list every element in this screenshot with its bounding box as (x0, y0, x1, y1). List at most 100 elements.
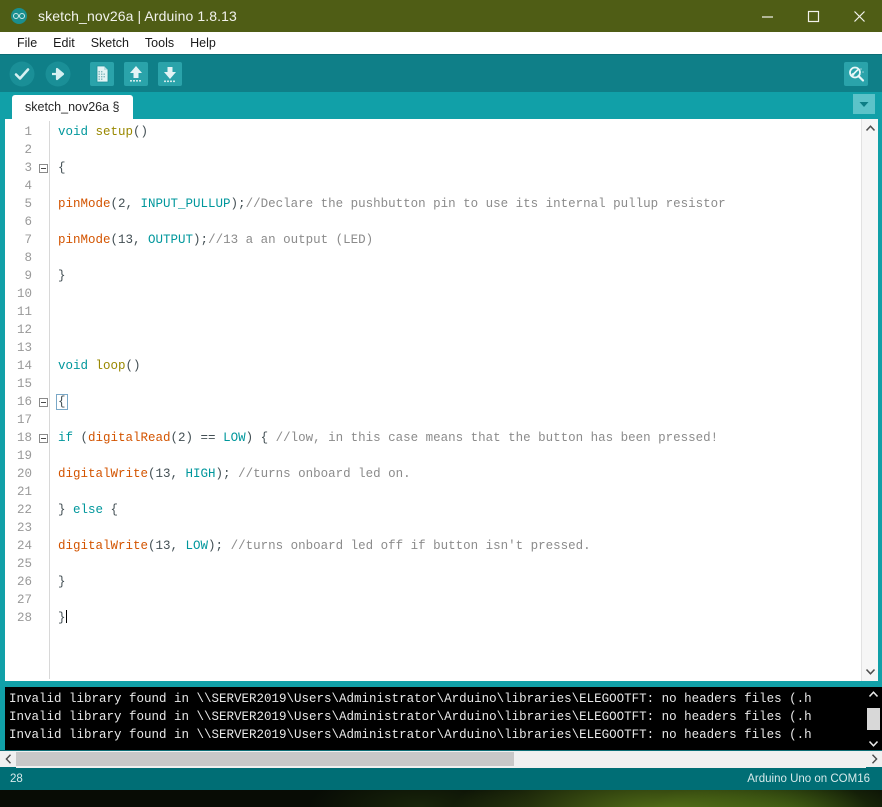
chevron-right-icon[interactable] (866, 750, 882, 768)
hscroll-thumb[interactable] (16, 751, 514, 766)
line-number: 19 (16, 449, 32, 463)
line-number: 11 (16, 305, 32, 319)
fold-empty (38, 123, 49, 141)
chevron-down-icon[interactable] (866, 736, 881, 750)
line-number: 20 (16, 467, 32, 481)
code-token: (13, (148, 467, 186, 481)
code-token: digitalWrite (58, 467, 149, 481)
fold-toggle[interactable] (38, 429, 49, 447)
code-token: LOW (223, 431, 246, 445)
serial-monitor-button[interactable] (842, 60, 870, 88)
code-folding-column (38, 119, 49, 681)
fold-empty (38, 537, 49, 555)
code-token: void (58, 359, 89, 373)
console-horizontal-scrollbar[interactable] (0, 750, 882, 768)
code-line: digitalWrite(13, LOW); //turns onboard l… (58, 537, 861, 555)
fold-empty (38, 501, 49, 519)
code-token: (13, (148, 539, 186, 553)
close-icon[interactable] (836, 0, 882, 32)
console-vertical-scrollbar[interactable] (865, 687, 882, 750)
fold-minus-icon[interactable] (39, 163, 48, 173)
code-token: (2, (110, 197, 141, 211)
code-token: (2) == (170, 431, 224, 445)
code-token: OUTPUT (148, 233, 194, 247)
chevron-left-icon[interactable] (0, 750, 16, 768)
line-number: 28 (16, 611, 32, 625)
minimize-icon[interactable] (744, 0, 790, 32)
code-token: LOW (185, 539, 209, 553)
line-number: 2 (24, 143, 32, 157)
line-number: 15 (16, 377, 32, 391)
fold-empty (38, 303, 49, 321)
line-number-gutter: 1 2 3 4 5 6 7 8 9 10 11 12 13 14 15 16 17 18 19 20 21 22 23 24 2… (5, 119, 38, 681)
console-scroll-thumb[interactable] (867, 707, 880, 730)
code-line: pinMode(13, OUTPUT);//13 a an output (LE… (58, 231, 861, 249)
upload-button[interactable] (44, 60, 72, 88)
code-token: ); (230, 197, 246, 211)
code-token: HIGH (185, 467, 216, 481)
fold-minus-icon[interactable] (39, 433, 48, 443)
menu-item-help[interactable]: Help (182, 32, 224, 54)
code-editor[interactable]: 1 2 3 4 5 6 7 8 9 10 11 12 13 14 15 16 17 18 19 20 21 22 23 24 2… (5, 119, 861, 681)
line-number: 4 (24, 179, 32, 193)
menu-item-sketch[interactable]: Sketch (83, 32, 137, 54)
fold-toggle[interactable] (38, 393, 49, 411)
code-token: ) { (245, 431, 276, 445)
fold-empty (38, 483, 49, 501)
window-controls (744, 0, 882, 32)
code-token: } (58, 269, 66, 283)
chevron-down-icon[interactable] (863, 664, 878, 679)
line-number: 13 (16, 341, 32, 355)
save-button[interactable] (156, 60, 184, 88)
editor-vertical-scrollbar[interactable] (861, 119, 878, 681)
line-number: 16 (16, 395, 32, 409)
arduino-infinity-icon (11, 8, 27, 24)
open-button[interactable] (122, 60, 150, 88)
tab-sketch-nov26a[interactable]: sketch_nov26a § (12, 95, 133, 119)
code-token: loop (95, 359, 126, 373)
chevron-up-icon[interactable] (866, 687, 881, 701)
fold-empty (38, 231, 49, 249)
fold-toggle[interactable] (38, 159, 49, 177)
fold-empty (38, 519, 49, 537)
code-content[interactable]: void setup() { pinMode(2, INPUT_PULLUP);… (50, 119, 861, 681)
code-token: //13 a an output (LED) (208, 233, 374, 247)
console-output[interactable]: Invalid library found in \\SERVER2019\Us… (0, 687, 882, 750)
line-number: 8 (24, 251, 32, 265)
chevron-down-icon (859, 101, 869, 107)
chevron-up-icon[interactable] (863, 121, 878, 136)
tab-menu-button[interactable] (853, 94, 875, 114)
fold-empty (38, 411, 49, 429)
line-number: 6 (24, 215, 32, 229)
arduino-ide-window: sketch_nov26a | Arduino 1.8.13 File Edit… (0, 0, 882, 790)
verify-button[interactable] (8, 60, 36, 88)
status-line-number: 28 (10, 772, 23, 785)
menu-item-tools[interactable]: Tools (137, 32, 182, 54)
menu-item-edit[interactable]: Edit (45, 32, 83, 54)
menu-item-file[interactable]: File (9, 32, 45, 54)
hscroll-track[interactable] (16, 750, 866, 768)
fold-empty (38, 591, 49, 609)
line-number: 3 (24, 161, 32, 175)
fold-empty (38, 555, 49, 573)
new-button[interactable] (88, 60, 116, 88)
code-line: void loop() (58, 357, 861, 375)
line-number: 25 (16, 557, 32, 571)
code-token: } (58, 575, 66, 589)
fold-empty (38, 339, 49, 357)
code-line: } else { (58, 501, 861, 519)
code-line: if (digitalRead(2) == LOW) { //low, in t… (58, 429, 861, 447)
maximize-icon[interactable] (790, 0, 836, 32)
fold-empty (38, 609, 49, 627)
fold-minus-icon[interactable] (39, 397, 48, 407)
window-title: sketch_nov26a | Arduino 1.8.13 (38, 8, 237, 24)
